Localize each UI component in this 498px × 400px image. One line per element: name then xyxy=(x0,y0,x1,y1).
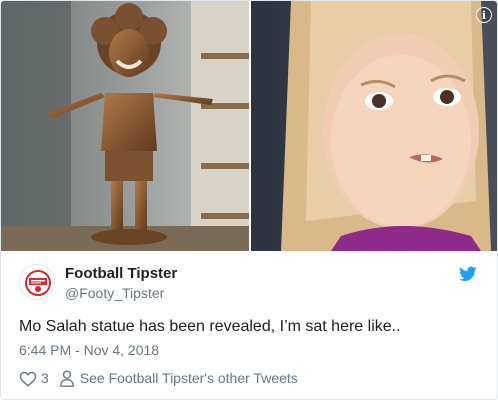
tweet-timestamp[interactable]: 6:44 PM - Nov 4, 2018 xyxy=(19,342,159,358)
author-handle[interactable]: @Footy_Tipster xyxy=(65,284,177,302)
author-display-name[interactable]: Football Tipster xyxy=(65,265,177,283)
person-icon xyxy=(59,369,74,387)
tweet-text: Mo Salah statue has been revealed, I’m s… xyxy=(19,318,401,335)
twitter-bird-icon[interactable] xyxy=(459,266,477,282)
embedded-tweet-card: i Football Tipster @Footy_Tipster Mo Sal… xyxy=(0,0,498,400)
info-icon[interactable]: i xyxy=(476,7,492,23)
tweet-media[interactable]: i xyxy=(1,1,497,251)
other-tweets-link[interactable]: See Football Tipster's other Tweets xyxy=(59,369,298,387)
reaction-photo[interactable]: i xyxy=(251,1,497,251)
football-tipster-logo[interactable] xyxy=(19,264,55,300)
info-icon-glyph: i xyxy=(481,8,487,22)
other-tweets-label[interactable]: See Football Tipster's other Tweets xyxy=(80,370,298,386)
author-names[interactable]: Football Tipster @Footy_Tipster xyxy=(65,265,177,302)
statue-photo-image xyxy=(1,1,249,251)
like-button[interactable]: 3 xyxy=(19,370,49,387)
tweet-header: Football Tipster @Footy_Tipster xyxy=(19,264,481,304)
heart-icon xyxy=(19,371,37,387)
tweet-actions: 3 See Football Tipster's other Tweets xyxy=(19,369,298,387)
reaction-photo-image xyxy=(251,1,497,251)
like-count: 3 xyxy=(41,370,49,386)
avatar-logo-graphic xyxy=(20,265,54,299)
statue-photo[interactable] xyxy=(1,1,249,251)
